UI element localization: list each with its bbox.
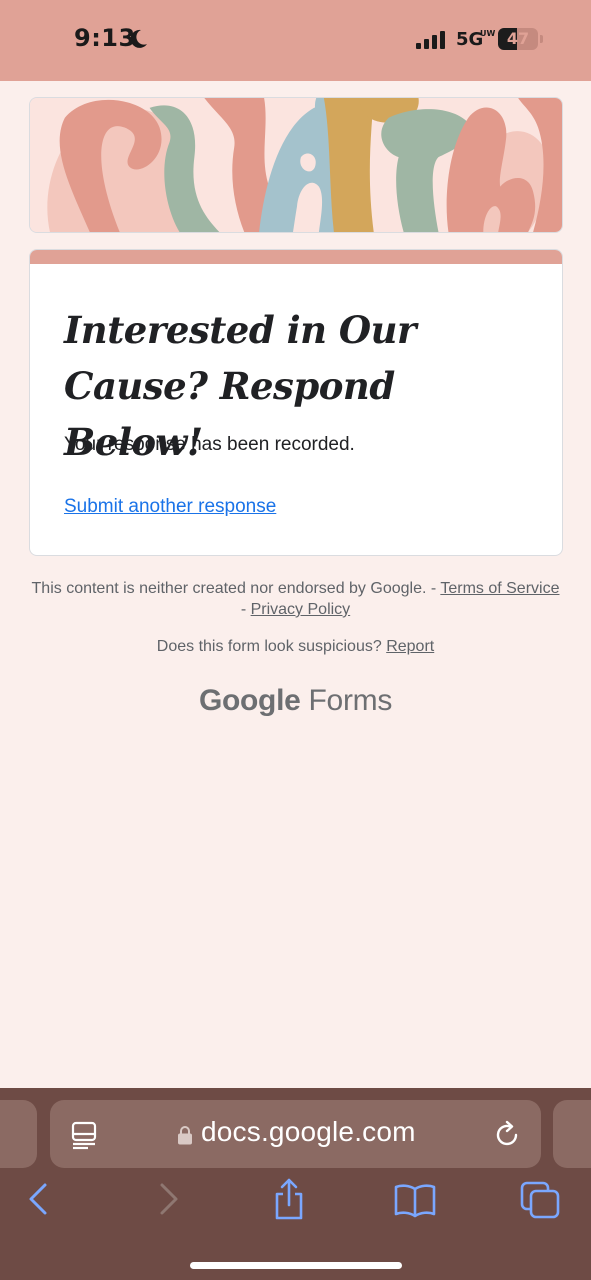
tabs-icon[interactable]	[519, 1180, 561, 1220]
disclaimer-text: This content is neither created nor endo…	[31, 580, 441, 597]
share-icon[interactable]	[272, 1178, 306, 1220]
status-bar: 9:13 5G UW 47	[0, 0, 591, 81]
google-forms-logo[interactable]: Google Forms	[30, 684, 561, 718]
confirmation-card: Interested in Our Cause? Respond Below! …	[29, 249, 563, 556]
battery-level: 47	[506, 29, 530, 48]
terms-of-service-link[interactable]: Terms of Service	[440, 580, 559, 597]
network-superscript: UW	[480, 29, 496, 38]
signal-icon	[416, 31, 445, 49]
browser-toolbar: docs.google.com	[0, 1088, 591, 1280]
suspicious-text: Does this form look suspicious?	[156, 638, 387, 655]
disclaimer: This content is neither created nor endo…	[30, 578, 561, 620]
privacy-policy-link[interactable]: Privacy Policy	[251, 601, 351, 618]
previous-tab-peek[interactable]	[0, 1100, 37, 1168]
footer-separator: -	[240, 601, 251, 618]
google-wordmark: Google	[198, 684, 301, 717]
suspicious-form-note: Does this form look suspicious? Report	[30, 636, 561, 657]
lock-icon	[178, 1126, 192, 1145]
back-icon[interactable]	[26, 1182, 52, 1216]
address-bar[interactable]: docs.google.com	[50, 1100, 541, 1168]
report-link[interactable]: Report	[386, 638, 434, 655]
forms-wordmark: Forms	[308, 684, 393, 717]
battery-icon: 47	[498, 28, 538, 50]
submit-another-response-link[interactable]: Submit another response	[64, 496, 276, 518]
forward-icon[interactable]	[155, 1182, 181, 1216]
moon-icon	[130, 29, 147, 48]
battery-cap	[540, 35, 543, 43]
next-tab-peek[interactable]	[553, 1100, 591, 1168]
url-text[interactable]: docs.google.com	[201, 1116, 416, 1148]
reload-icon[interactable]	[494, 1120, 522, 1150]
home-indicator[interactable]	[190, 1262, 402, 1269]
card-accent-bar	[30, 250, 562, 264]
header-image	[29, 97, 563, 233]
faith-lettering-image	[30, 98, 562, 232]
confirmation-message: Your response has been recorded.	[64, 434, 355, 455]
reader-icon[interactable]	[70, 1120, 98, 1150]
bookmarks-icon[interactable]	[393, 1182, 437, 1218]
